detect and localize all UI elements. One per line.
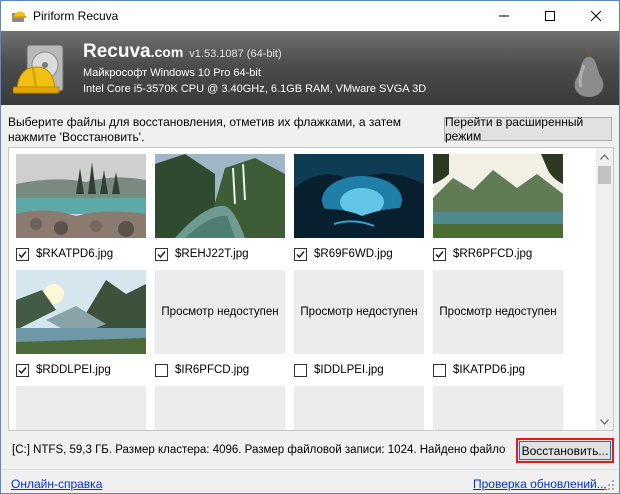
preview-placeholder (16, 386, 146, 430)
image-preview-ice-cave (294, 154, 424, 238)
preview-unavailable: Просмотр недоступен (294, 270, 424, 354)
file-grid[interactable]: $RKATPD6.jpg $REHJ22T.jpg $R69F6WD.jpg $… (8, 147, 614, 431)
hardware-info: Intel Core i5-3570K CPU @ 3.40GHz, 6.1GB… (83, 83, 427, 95)
window-title: Piriform Recuva (33, 9, 119, 23)
advanced-mode-button[interactable]: Перейти в расширенный режим (444, 115, 612, 143)
recuva-window: Piriform Recuva Recuva.com v1.53.1087 (64… (0, 0, 620, 494)
image-preview-fjord-waterfall (155, 154, 285, 238)
brand-name: Recuva (83, 41, 151, 62)
file-name: $R69F6WD.jpg (314, 248, 393, 260)
title-bar[interactable]: Piriform Recuva (1, 1, 619, 31)
file-tile[interactable]: $RR6PFCD.jpg (433, 154, 563, 261)
file-row[interactable]: $IDDLPEI.jpg (294, 361, 434, 379)
file-name: $IKATPD6.jpg (453, 364, 526, 376)
file-row[interactable]: $IR6PFCD.jpg (155, 361, 295, 379)
checkbox-unchecked[interactable] (294, 363, 307, 377)
checkbox-checked[interactable] (294, 247, 307, 261)
file-row[interactable]: $RDDLPEI.jpg (16, 361, 156, 379)
vertical-scrollbar[interactable] (596, 148, 613, 430)
restore-button[interactable]: Восстановить... (516, 438, 614, 463)
online-help-link[interactable]: Онлайн-справка (11, 477, 102, 491)
file-name: $IR6PFCD.jpg (175, 364, 250, 376)
preview-placeholder (433, 386, 563, 430)
instruction-text: Выберите файлы для восстановления, отмет… (8, 115, 402, 144)
restore-button-label: Восстановить... (519, 441, 611, 460)
file-tile[interactable] (155, 386, 285, 430)
resize-grip-icon[interactable] (603, 479, 615, 491)
file-tile[interactable]: $R69F6WD.jpg (294, 154, 424, 261)
close-button[interactable] (573, 1, 619, 31)
file-tile[interactable]: $REHJ22T.jpg (155, 154, 285, 261)
preview-unavailable: Просмотр недоступен (433, 270, 563, 354)
preview-placeholder (155, 386, 285, 430)
file-name: $RDDLPEI.jpg (36, 364, 111, 376)
image-preview-sunlit-fjord (16, 270, 146, 354)
scroll-up-icon[interactable] (596, 148, 613, 165)
maximize-button[interactable] (527, 1, 573, 31)
file-row[interactable]: $IKATPD6.jpg (433, 361, 573, 379)
file-tile[interactable] (294, 386, 424, 430)
file-name: $REHJ22T.jpg (175, 248, 249, 260)
file-tile[interactable]: Просмотр недоступен $IR6PFCD.jpg (155, 270, 285, 377)
file-tile[interactable]: Просмотр недоступен $IDDLPEI.jpg (294, 270, 424, 377)
file-row[interactable]: $RR6PFCD.jpg (433, 245, 573, 263)
file-tile[interactable] (16, 386, 146, 430)
checkbox-checked[interactable] (16, 363, 29, 377)
checkbox-checked[interactable] (433, 247, 446, 261)
file-name: $RKATPD6.jpg (36, 248, 114, 260)
file-tile[interactable]: Просмотр недоступен $IKATPD6.jpg (433, 270, 563, 377)
file-name: $IDDLPEI.jpg (314, 364, 384, 376)
preview-unavailable: Просмотр недоступен (155, 270, 285, 354)
file-row[interactable]: $R69F6WD.jpg (294, 245, 434, 263)
image-preview-mountain-lake (433, 154, 563, 238)
image-preview-lake-rocks (16, 154, 146, 238)
scroll-down-icon[interactable] (596, 413, 613, 430)
file-row[interactable]: $RKATPD6.jpg (16, 245, 156, 263)
checkbox-unchecked[interactable] (433, 363, 446, 377)
footer-divider (1, 469, 619, 470)
file-name: $RR6PFCD.jpg (453, 248, 533, 260)
os-info: Майкрософт Windows 10 Pro 64-bit (83, 67, 261, 79)
header-banner: Recuva.com v1.53.1087 (64-bit) Майкрософт… (1, 31, 619, 105)
version-label: v1.53.1087 (64-bit) (189, 48, 282, 60)
checkbox-unchecked[interactable] (155, 363, 168, 377)
file-tile[interactable] (433, 386, 563, 430)
file-row[interactable]: $REHJ22T.jpg (155, 245, 295, 263)
file-tile[interactable]: $RKATPD6.jpg (16, 154, 146, 261)
check-updates-link[interactable]: Проверка обновлений... (473, 477, 607, 491)
scrollbar-thumb[interactable] (598, 166, 611, 184)
brand-line: Recuva.com v1.53.1087 (64-bit) (83, 41, 282, 63)
status-text: [C:] NTFS, 59,3 ГБ. Размер кластера: 409… (12, 444, 506, 456)
file-tile[interactable]: $RDDLPEI.jpg (16, 270, 146, 377)
hard-drive-hardhat-icon (12, 37, 75, 99)
recuva-app-icon (11, 8, 27, 24)
preview-placeholder (294, 386, 424, 430)
brand-suffix: .com (150, 44, 184, 60)
minimize-button[interactable] (481, 1, 527, 31)
checkbox-checked[interactable] (16, 247, 29, 261)
pear-icon (569, 43, 609, 99)
checkbox-checked[interactable] (155, 247, 168, 261)
